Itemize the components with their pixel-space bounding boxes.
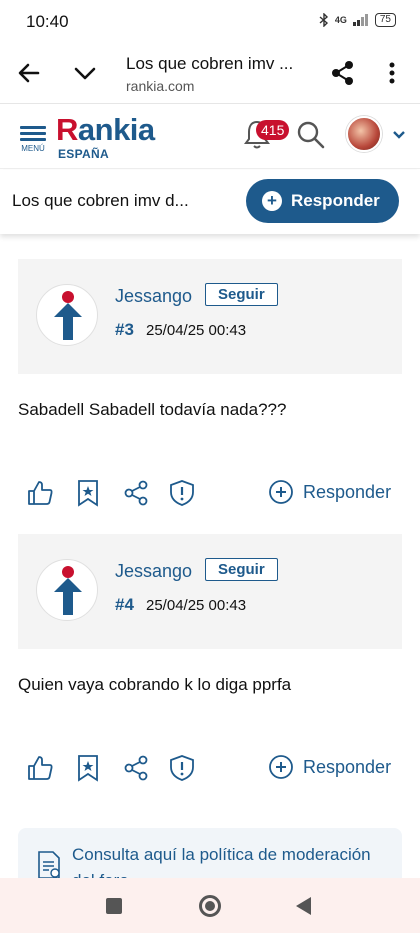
post-body: Quien vaya cobrando k lo diga pprfa: [18, 675, 292, 694]
reply-button-label: Responder: [291, 191, 380, 210]
browser-page-title: Los que cobren imv ...: [126, 54, 294, 73]
status-icons: 4G 75: [319, 13, 396, 27]
battery-icon: 75: [374, 13, 396, 27]
post-number[interactable]: #3: [115, 320, 134, 340]
post-date: 25/04/25 00:43: [146, 322, 247, 339]
shield-alert-icon[interactable]: [168, 479, 196, 507]
home-button[interactable]: [199, 895, 221, 917]
post-username[interactable]: Jessango: [115, 286, 192, 307]
thumbs-up-icon[interactable]: [26, 479, 54, 507]
reply-button[interactable]: + Responder: [246, 179, 399, 223]
bookmark-star-icon[interactable]: [74, 754, 102, 782]
network-type: 4G: [334, 15, 347, 25]
menu-icon-bar: [20, 132, 46, 135]
menu-label: MENÚ: [21, 144, 45, 153]
browser-url: rankia.com: [126, 78, 195, 94]
post-date: 25/04/25 00:43: [146, 597, 247, 614]
post-body: Sabadell Sabadell todavía nada???: [18, 400, 287, 419]
follow-button[interactable]: Seguir: [205, 283, 278, 306]
person-icon: [54, 566, 82, 615]
share-icon[interactable]: [122, 479, 150, 507]
shield-alert-icon[interactable]: [168, 754, 196, 782]
bookmark-star-icon[interactable]: [74, 479, 102, 507]
person-icon: [54, 291, 82, 340]
topic-bar: Los que cobren imv d... + Responder: [0, 170, 420, 234]
post-actions: Responder: [26, 754, 396, 786]
post-reply-button[interactable]: Responder: [268, 479, 391, 505]
rankia-logo[interactable]: Rankia ESPAÑA: [56, 112, 155, 162]
menu-icon-bar: [20, 138, 46, 141]
post-header: Jessango Seguir #3 25/04/25 00:43: [18, 259, 402, 374]
document-check-icon: [38, 851, 60, 879]
post-actions: Responder: [26, 479, 396, 511]
plus-icon: +: [262, 191, 282, 211]
share-icon[interactable]: [122, 754, 150, 782]
menu-icon: [20, 126, 46, 129]
status-bar: 10:40 4G 75: [0, 0, 420, 46]
more-vert-icon[interactable]: [380, 58, 404, 88]
topic-title: Los que cobren imv d...: [12, 191, 189, 210]
status-time: 10:40: [26, 12, 69, 31]
chevron-down-icon[interactable]: [392, 130, 406, 140]
bluetooth-icon: [319, 13, 328, 27]
post-reply-label: Responder: [303, 481, 392, 502]
share-icon[interactable]: [328, 58, 358, 88]
notification-badge[interactable]: 415: [256, 120, 290, 140]
logo-letter-r: R: [56, 112, 78, 147]
post-number[interactable]: #4: [115, 595, 134, 615]
battery-level: 75: [379, 14, 391, 25]
post-username[interactable]: Jessango: [115, 561, 192, 582]
back-button[interactable]: [296, 897, 311, 915]
logo-text: ankia: [77, 112, 155, 147]
menu-button[interactable]: MENÚ: [18, 123, 48, 159]
post-header: Jessango Seguir #4 25/04/25 00:43: [18, 534, 402, 649]
follow-button[interactable]: Seguir: [205, 558, 278, 581]
post-reply-label: Responder: [303, 756, 392, 777]
user-avatar-default[interactable]: [36, 559, 98, 621]
add-comment-icon: [269, 480, 293, 504]
chevron-down-icon[interactable]: [70, 58, 100, 88]
thumbs-up-icon[interactable]: [26, 754, 54, 782]
add-comment-icon: [269, 755, 293, 779]
system-nav-bar: [0, 878, 420, 933]
recents-button[interactable]: [106, 898, 122, 914]
post-reply-button[interactable]: Responder: [268, 754, 391, 780]
browser-toolbar: Los que cobren imv ... rankia.com: [0, 46, 420, 104]
back-arrow-icon[interactable]: [14, 58, 44, 88]
user-avatar-default[interactable]: [36, 284, 98, 346]
user-avatar[interactable]: [346, 116, 382, 152]
search-icon[interactable]: [296, 120, 326, 150]
logo-country: ESPAÑA: [58, 147, 109, 161]
signal-icon: [352, 14, 368, 26]
